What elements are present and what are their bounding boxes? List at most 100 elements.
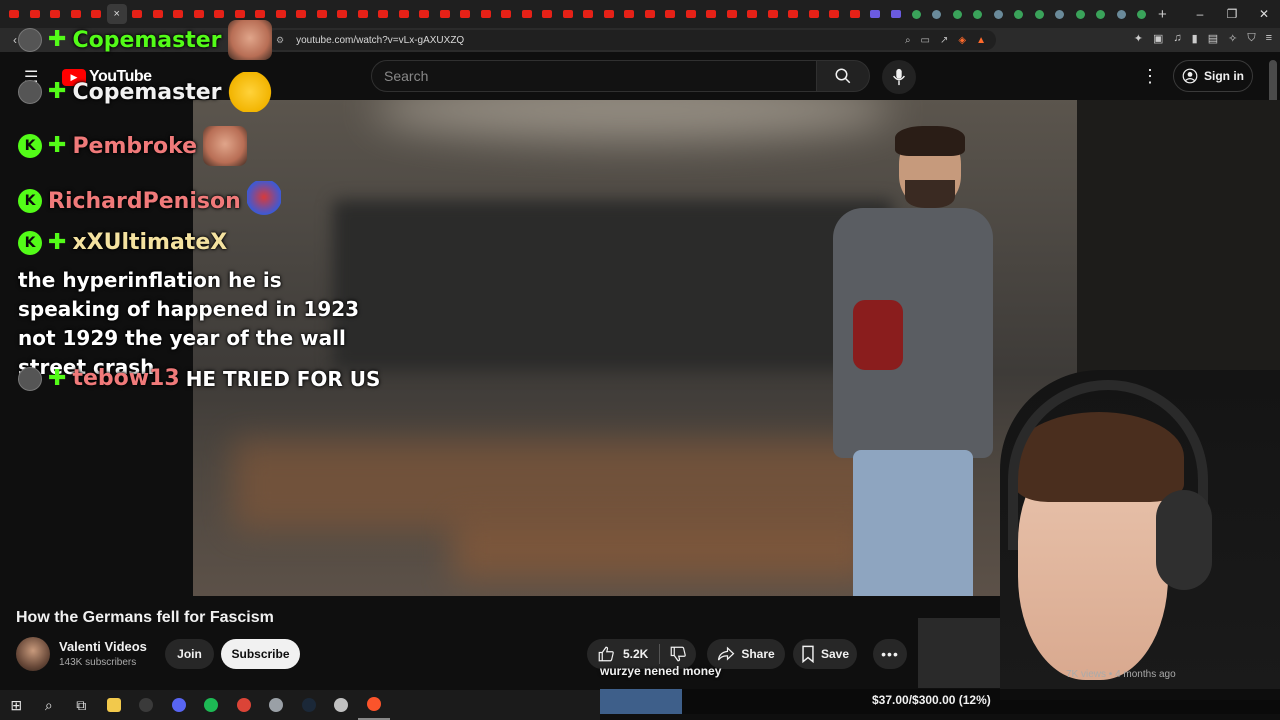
browser-tab[interactable]: [701, 4, 722, 24]
minimize-button[interactable]: –: [1184, 0, 1216, 28]
channel-avatar[interactable]: [16, 637, 50, 671]
brave-shields-icon[interactable]: ◈: [958, 35, 966, 46]
music-icon[interactable]: ♫: [1173, 32, 1181, 45]
browser-tab[interactable]: [578, 4, 599, 24]
close-tab-icon[interactable]: ×: [114, 8, 120, 20]
browser-tab[interactable]: [804, 4, 825, 24]
browser-tab[interactable]: [476, 4, 497, 24]
vpn-icon[interactable]: ⛉: [1247, 32, 1255, 45]
screenshot-icon[interactable]: ▣: [1153, 32, 1163, 45]
browser-tab[interactable]: [619, 4, 640, 24]
browser-tab[interactable]: [722, 4, 743, 24]
tab-favicon-icon: [275, 10, 286, 18]
save-button[interactable]: Save: [793, 639, 857, 669]
browser-tab[interactable]: [906, 4, 927, 24]
browser-tab[interactable]: [291, 4, 312, 24]
search-button[interactable]: [816, 60, 870, 92]
browser-tab[interactable]: [763, 4, 784, 24]
join-button[interactable]: Join: [165, 639, 214, 669]
zoom-icon[interactable]: ⌕: [905, 35, 911, 46]
url-field[interactable]: ⚙ youtube.com/watch?v=vLx-gAXUXZQ ⌕ ▭ ↗ …: [266, 30, 996, 50]
tab-favicon-icon: [973, 9, 983, 19]
browser-tab[interactable]: [845, 4, 866, 24]
extensions-icon[interactable]: ✦: [1134, 32, 1143, 45]
taskbar-discord-button[interactable]: [163, 690, 196, 720]
browser-tab[interactable]: [1132, 4, 1153, 24]
settings-menu-icon[interactable]: ⋮: [1141, 66, 1159, 87]
tab-favicon-icon: [665, 10, 676, 18]
browser-tab[interactable]: [496, 4, 517, 24]
microphone-icon: [893, 68, 905, 86]
streamer-webcam: [918, 370, 1280, 700]
browser-tab[interactable]: [312, 4, 333, 24]
window-controls: – ❐ ✕: [1184, 0, 1280, 28]
file-explorer-icon: [106, 698, 121, 712]
browser-tab[interactable]: [517, 4, 538, 24]
sidebar-icon[interactable]: ▮: [1192, 32, 1198, 45]
browser-tab[interactable]: [640, 4, 661, 24]
site-controls-icon[interactable]: ⚙: [276, 35, 284, 46]
browser-tab[interactable]: [1050, 4, 1071, 24]
taskbar-windows-start-button[interactable]: ⊞: [0, 690, 33, 720]
browser-tab[interactable]: [558, 4, 579, 24]
browser-tab[interactable]: [783, 4, 804, 24]
taskbar-steam-button[interactable]: [293, 690, 326, 720]
browser-tab[interactable]: [1111, 4, 1132, 24]
tab-favicon-icon: [788, 10, 799, 18]
search-input[interactable]: Search: [371, 60, 817, 92]
more-actions-button[interactable]: •••: [873, 639, 907, 669]
tab-favicon-icon: [214, 10, 225, 18]
new-tab-button[interactable]: +: [1158, 6, 1167, 23]
browser-tab[interactable]: [886, 4, 907, 24]
taskbar-task-view-button[interactable]: ⧉: [65, 690, 98, 720]
browser-tab[interactable]: [373, 4, 394, 24]
browser-tab[interactable]: [599, 4, 620, 24]
maximize-button[interactable]: ❐: [1216, 0, 1248, 28]
browser-tab[interactable]: [1009, 4, 1030, 24]
browser-tab[interactable]: [537, 4, 558, 24]
browser-tab[interactable]: [353, 4, 374, 24]
mario-emote: [246, 181, 281, 221]
browser-tab[interactable]: [332, 4, 353, 24]
browser-tab[interactable]: [968, 4, 989, 24]
tab-favicon-icon: [932, 9, 942, 19]
browser-tab[interactable]: [394, 4, 415, 24]
browser-tab[interactable]: [927, 4, 948, 24]
taskbar-spotify-button[interactable]: [195, 690, 228, 720]
browser-tab[interactable]: [824, 4, 845, 24]
browser-tab[interactable]: [1091, 4, 1112, 24]
browser-tab[interactable]: [414, 4, 435, 24]
browser-tab[interactable]: [742, 4, 763, 24]
close-window-button[interactable]: ✕: [1248, 0, 1280, 28]
chat-username: Copemaster: [72, 27, 222, 53]
sign-in-button[interactable]: Sign in: [1173, 60, 1253, 92]
subscribe-button[interactable]: Subscribe: [221, 639, 300, 669]
brave-rewards-icon[interactable]: ▲: [976, 35, 986, 46]
taskbar-app-2-button[interactable]: [325, 690, 358, 720]
taskbar-obs-button[interactable]: [130, 690, 163, 720]
browser-tab[interactable]: [660, 4, 681, 24]
taskbar-search-button[interactable]: ⌕: [33, 690, 66, 720]
taskbar-app-button[interactable]: [260, 690, 293, 720]
browser-tab[interactable]: [947, 4, 968, 24]
menu-icon[interactable]: ≡: [1266, 32, 1272, 45]
cast-icon[interactable]: ▭: [921, 35, 930, 46]
taskbar-chrome-button[interactable]: [228, 690, 261, 720]
leo-ai-icon[interactable]: ✧: [1228, 32, 1237, 45]
tab-favicon-icon: [337, 10, 348, 18]
browser-tab[interactable]: [865, 4, 886, 24]
channel-name[interactable]: Valenti Videos: [59, 639, 147, 654]
taskbar-brave-button[interactable]: [357, 690, 390, 720]
tab-favicon-icon: [1055, 9, 1065, 19]
browser-tab[interactable]: [988, 4, 1009, 24]
browser-tab[interactable]: [455, 4, 476, 24]
browser-tab[interactable]: [681, 4, 702, 24]
browser-tab[interactable]: [435, 4, 456, 24]
browser-tab[interactable]: [1029, 4, 1050, 24]
browser-tab[interactable]: [1070, 4, 1091, 24]
voice-search-button[interactable]: [882, 60, 916, 94]
taskbar-file-explorer-button[interactable]: [98, 690, 131, 720]
browser-tab[interactable]: [271, 4, 292, 24]
wallet-icon[interactable]: ▤: [1208, 32, 1218, 45]
share-page-icon[interactable]: ↗: [940, 35, 948, 46]
